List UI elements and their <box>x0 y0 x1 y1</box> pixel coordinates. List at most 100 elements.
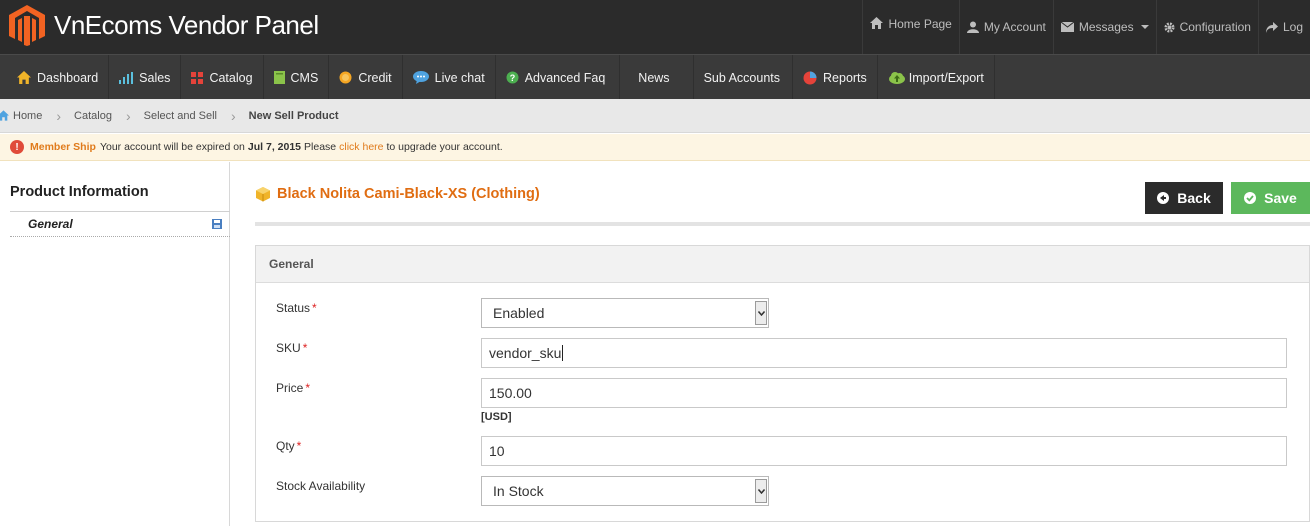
header-link-my-account[interactable]: My Account <box>958 0 1053 54</box>
stock-availability-label: Stock Availability <box>276 479 366 493</box>
breadcrumb-label: Select and Sell <box>143 109 217 122</box>
nav-item-advanced-faq[interactable]: ? Advanced Faq <box>496 55 621 100</box>
breadcrumb-label: Home <box>13 109 43 122</box>
sku-input-value: vendor_sku <box>489 345 562 361</box>
nav-item-label: Sub Accounts <box>703 70 781 85</box>
package-icon <box>256 187 270 202</box>
nav-item-sales[interactable]: Sales <box>109 55 182 100</box>
cloud-icon <box>888 72 905 84</box>
back-button[interactable]: Back <box>1145 182 1223 214</box>
nav-item-catalog[interactable]: Catalog <box>181 55 264 100</box>
save-button-label: Save <box>1264 190 1297 206</box>
required-marker: * <box>302 341 308 355</box>
nav-item-label: CMS <box>290 70 319 85</box>
back-button-label: Back <box>1177 190 1211 206</box>
nav-item-label: Catalog <box>209 70 253 85</box>
warning-icon: ! <box>10 140 24 154</box>
book-icon <box>273 71 285 84</box>
header-link-label: My Account <box>983 20 1046 34</box>
notice-title: Member Ship <box>30 141 96 153</box>
divider <box>255 222 1310 226</box>
notice-date: Jul 7, 2015 <box>247 141 302 153</box>
user-icon <box>966 21 979 33</box>
check-icon <box>1244 192 1257 204</box>
header-link-home-page[interactable]: Home Page <box>862 0 958 54</box>
general-section: General Status * Enabled SKU * vendor_sku … <box>255 245 1310 522</box>
required-marker: * <box>312 301 317 315</box>
nav-item-label: Import/Export <box>908 70 984 85</box>
nav-item-cms[interactable]: CMS <box>264 55 330 100</box>
section-title: General <box>256 246 1309 283</box>
qty-input-value: 10 <box>489 443 505 459</box>
nav-item-label: News <box>638 70 670 85</box>
sku-label-text: SKU <box>276 341 301 355</box>
nav-item-news[interactable]: News <box>620 55 694 100</box>
text-cursor <box>562 345 564 361</box>
home-icon <box>870 17 884 29</box>
breadcrumb-item-select-and-sell[interactable]: Select and Sell <box>144 110 217 122</box>
upgrade-link[interactable]: click here <box>339 141 383 153</box>
qty-input[interactable]: 10 <box>481 436 1287 466</box>
nav-item-sub-accounts[interactable]: Sub Accounts <box>694 55 794 100</box>
breadcrumb-current: New Sell Product <box>248 109 339 122</box>
price-label: Price * <box>276 381 310 395</box>
sku-label: SKU * <box>276 341 307 355</box>
required-marker: * <box>296 439 302 453</box>
pie-chart-icon <box>803 71 817 84</box>
breadcrumb-item-home[interactable]: Home <box>0 110 42 122</box>
header-link-log[interactable]: Log <box>1257 0 1310 54</box>
share-icon <box>1265 21 1278 33</box>
top-header: VnEcoms Vendor Panel Home Page My Accoun… <box>0 0 1310 54</box>
status-select[interactable]: Enabled <box>481 298 769 328</box>
nav-item-label: Reports <box>823 70 867 85</box>
svg-text:?: ? <box>509 73 515 83</box>
stock-availability-select[interactable]: In Stock <box>481 476 769 506</box>
home-icon <box>17 71 31 84</box>
price-input-value: 150.00 <box>489 385 532 401</box>
header-link-label: Log <box>1282 20 1303 34</box>
header-link-label: Configuration <box>1179 20 1251 34</box>
breadcrumb-label: Catalog <box>74 109 112 122</box>
nav-item-live-chat[interactable]: Live chat <box>403 55 496 100</box>
status-label-text: Status <box>276 301 311 315</box>
product-title-text: Black Nolita Cami-Black-XS (Clothing) <box>277 186 540 202</box>
nav-item-credit[interactable]: Credit <box>329 55 403 100</box>
header-link-label: Home Page <box>888 17 952 31</box>
status-label: Status * <box>276 301 317 315</box>
save-button[interactable]: Save <box>1231 182 1310 214</box>
chevron-right-icon: › <box>125 107 131 124</box>
breadcrumb-item-catalog[interactable]: Catalog <box>74 110 112 122</box>
status-select-value: Enabled <box>493 305 545 321</box>
chat-icon <box>412 71 429 84</box>
arrow-left-icon <box>1157 192 1170 204</box>
sidebar-item-general[interactable]: General <box>10 211 230 237</box>
nav-item-label: Dashboard <box>37 70 99 85</box>
required-marker: * <box>305 381 311 395</box>
product-title: Black Nolita Cami-Black-XS (Clothing) <box>255 186 540 202</box>
chevron-down-icon <box>755 301 767 325</box>
question-icon: ? <box>506 71 519 84</box>
header-link-label: Messages <box>1078 20 1134 34</box>
breadcrumb: Home › Catalog › Select and Sell › New S… <box>0 99 1310 133</box>
notice-text: to upgrade your account. <box>386 141 503 153</box>
chevron-down-icon <box>1140 25 1149 29</box>
price-input[interactable]: 150.00 <box>481 378 1287 408</box>
nav-item-label: Live chat <box>434 70 485 85</box>
nav-item-import-export[interactable]: Import/Export <box>878 55 995 100</box>
qty-label-text: Qty <box>276 439 295 453</box>
nav-item-dashboard[interactable]: Dashboard <box>0 55 110 100</box>
bar-chart-icon <box>119 71 134 84</box>
envelope-icon <box>1060 22 1074 32</box>
header-link-configuration[interactable]: Configuration <box>1155 0 1258 54</box>
qty-label: Qty * <box>276 439 301 453</box>
sidebar-item-label: General <box>28 217 73 231</box>
membership-notice: ! Member Ship Your account will be expir… <box>0 134 1310 161</box>
sidebar: Product Information General <box>0 162 230 526</box>
nav-item-reports[interactable]: Reports <box>793 55 878 100</box>
chevron-down-icon <box>755 479 767 503</box>
header-link-messages[interactable]: Messages <box>1052 0 1156 54</box>
chevron-right-icon: › <box>231 107 236 124</box>
gear-icon <box>1164 21 1175 33</box>
logo[interactable]: VnEcoms Vendor Panel <box>8 4 319 46</box>
sku-input[interactable]: vendor_sku <box>481 338 1287 368</box>
